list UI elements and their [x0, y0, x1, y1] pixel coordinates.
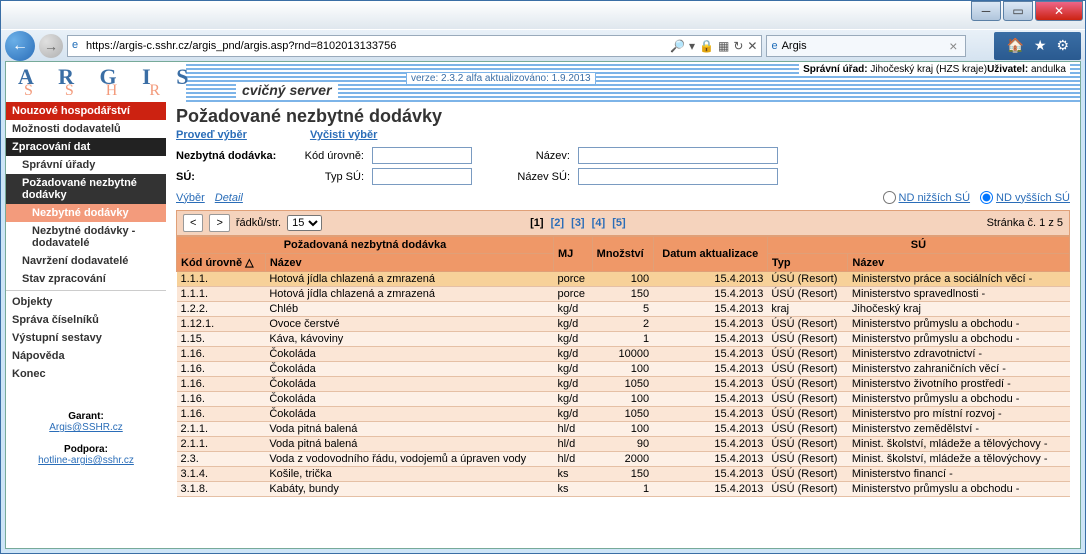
table-row[interactable]: 3.1.4.Košile, tričkaks15015.4.2013ÚSÚ (R… — [177, 467, 1070, 482]
page-title: Požadované nezbytné dodávky — [176, 106, 1070, 127]
sidebar-item-pozadovane[interactable]: Požadované nezbytné dodávky — [6, 174, 166, 204]
sidebar-item-spravni-urady[interactable]: Správní úřady — [6, 156, 166, 174]
refresh-icon[interactable]: ↻ — [733, 39, 743, 53]
next-page-button[interactable]: > — [209, 214, 229, 232]
compat-icon[interactable]: ▦ — [718, 39, 729, 53]
table-row[interactable]: 2.1.1.Voda pitná balenáhl/d10015.4.2013Ú… — [177, 422, 1070, 437]
tab-close-icon[interactable]: × — [949, 38, 957, 54]
header-user: Správní úřad: Jihočeský kraj (HZS kraje)… — [799, 64, 1070, 75]
filter-typ-input[interactable] — [372, 168, 472, 185]
nd-nizsich-radio[interactable]: ND nižších SÚ — [883, 191, 971, 204]
url-input[interactable] — [86, 40, 664, 52]
table-row[interactable]: 1.16.Čokoládakg/d10015.4.2013ÚSÚ (Resort… — [177, 392, 1070, 407]
toolbar-right: 🏠 ★ ⚙ — [994, 32, 1081, 60]
rows-per-page-select[interactable]: 15 — [287, 215, 322, 231]
maximize-button[interactable]: ▭ — [1003, 1, 1033, 21]
col-typ[interactable]: Typ — [767, 254, 848, 272]
ie-icon: e — [771, 40, 777, 52]
nd-vyssich-radio[interactable]: ND vyšších SÚ — [980, 191, 1070, 204]
search-icon[interactable]: 🔎 — [670, 39, 685, 53]
table-row[interactable]: 3.1.8.Kabáty, bundyks115.4.2013ÚSÚ (Reso… — [177, 482, 1070, 497]
home-icon[interactable]: 🏠 — [1006, 37, 1023, 54]
filter-kod-input[interactable] — [372, 147, 472, 164]
logo-sshr: S S H R — [24, 82, 174, 100]
main-panel: Požadované nezbytné dodávky Proveď výběr… — [166, 102, 1080, 548]
sidebar: Nouzové hospodářství Možnosti dodavatelů… — [6, 102, 166, 548]
table-row[interactable]: 1.1.1.Hotová jídla chlazená a zmrazenápo… — [177, 272, 1070, 287]
page-header: A R G I S S S H R cvičný server verze: 2… — [6, 62, 1080, 102]
proved-vyber-link[interactable]: Proveď výběr — [176, 129, 247, 141]
app-window: ─ ▭ ✕ ← → e 🔎▾ 🔒 ▦ ↻ ✕ e Argis × 🏠 ★ — [0, 0, 1086, 554]
sidebar-item-vystupni[interactable]: Výstupní sestavy — [6, 329, 166, 347]
vycisti-vyber-link[interactable]: Vyčisti výběr — [310, 129, 377, 141]
forward-button[interactable]: → — [39, 34, 63, 58]
table-row[interactable]: 1.16.Čokoládakg/d105015.4.2013ÚSÚ (Resor… — [177, 377, 1070, 392]
sidebar-item-konec[interactable]: Konec — [6, 365, 166, 383]
sidebar-item-objekty[interactable]: Objekty — [6, 293, 166, 311]
browser-toolbar: ← → e 🔎▾ 🔒 ▦ ↻ ✕ e Argis × 🏠 ★ ⚙ — [1, 29, 1085, 61]
table-row[interactable]: 1.12.1.Ovoce čerstvékg/d215.4.2013ÚSÚ (R… — [177, 317, 1070, 332]
podpora-mail-link[interactable]: hotline-argis@sshr.cz — [12, 455, 160, 466]
sidebar-item-moznosti[interactable]: Možnosti dodavatelů — [6, 120, 166, 138]
sidebar-item-navrzeni[interactable]: Navržení dodavatelé — [6, 252, 166, 270]
sidebar-item-nezbytne-dodavky-dod[interactable]: Nezbytné dodávky - dodavatelé — [6, 222, 166, 252]
sidebar-item-sprava-ciselniku[interactable]: Správa číselníků — [6, 311, 166, 329]
table-row[interactable]: 1.16.Čokoládakg/d10015.4.2013ÚSÚ (Resort… — [177, 362, 1070, 377]
stop-icon[interactable]: ✕ — [747, 39, 757, 53]
browser-tab[interactable]: e Argis × — [766, 35, 966, 57]
tab-title: Argis — [782, 40, 807, 52]
sidebar-title-zpracovani: Zpracování dat — [6, 138, 166, 156]
table-row[interactable]: 1.16.Čokoládakg/d105015.4.2013ÚSÚ (Resor… — [177, 407, 1070, 422]
sidebar-item-nezbytne-dodavky[interactable]: Nezbytné dodávky — [6, 204, 166, 222]
back-button[interactable]: ← — [5, 31, 35, 61]
sidebar-item-napoveda[interactable]: Nápověda — [6, 347, 166, 365]
table-row[interactable]: 1.15.Káva, kávovinykg/d115.4.2013ÚSÚ (Re… — [177, 332, 1070, 347]
detail-link[interactable]: Detail — [215, 192, 243, 204]
filter-nazev-input[interactable] — [578, 147, 778, 164]
vyber-link[interactable]: Výběr — [176, 192, 205, 204]
garant-mail-link[interactable]: Argis@SSHR.cz — [12, 422, 160, 433]
table-row[interactable]: 1.2.2.Chlébkg/d515.4.2013krajJihočeský k… — [177, 302, 1070, 317]
page-links[interactable]: [1] [2] [3] [4] [5] — [528, 217, 628, 229]
table-controls: < > řádků/str. 15 [1] [2] [3] [4] [5] St… — [176, 210, 1070, 236]
favorites-icon[interactable]: ★ — [1034, 37, 1047, 54]
page-info: Stránka č. 1 z 5 — [987, 217, 1063, 229]
col-kod[interactable]: Kód úrovně △ — [177, 254, 266, 272]
server-label: cvičný server — [236, 82, 338, 98]
table-row[interactable]: 2.3.Voda z vodovodního řádu, vodojemů a … — [177, 452, 1070, 467]
version-label: verze: 2.3.2 alfa aktualizováno: 1.9.201… — [406, 72, 596, 85]
table-row[interactable]: 1.1.1.Hotová jídla chlazená a zmrazenápo… — [177, 287, 1070, 302]
filter-su-label: SÚ: — [176, 171, 286, 183]
address-bar[interactable]: e 🔎▾ 🔒 ▦ ↻ ✕ — [67, 35, 762, 57]
sidebar-title-nouzove: Nouzové hospodářství — [6, 102, 166, 120]
ie-icon: e — [72, 39, 86, 53]
close-button[interactable]: ✕ — [1035, 1, 1083, 21]
data-table: Požadovaná nezbytná dodávka MJ Množství … — [176, 236, 1070, 497]
filter-nazev-su-input[interactable] — [578, 168, 778, 185]
sidebar-item-stav[interactable]: Stav zpracování — [6, 270, 166, 288]
lock-icon: 🔒 — [699, 39, 714, 53]
col-nazev[interactable]: Název — [265, 254, 553, 272]
filter-nezbytna-label: Nezbytná dodávka: — [176, 150, 286, 162]
settings-icon[interactable]: ⚙ — [1056, 37, 1069, 54]
page-content: A R G I S S S H R cvičný server verze: 2… — [5, 61, 1081, 549]
table-row[interactable]: 2.1.1.Voda pitná balenáhl/d9015.4.2013ÚS… — [177, 437, 1070, 452]
table-row[interactable]: 1.16.Čokoládakg/d1000015.4.2013ÚSÚ (Reso… — [177, 347, 1070, 362]
sidebar-footer: Garant: Argis@SSHR.cz Podpora: hotline-a… — [6, 383, 166, 472]
minimize-button[interactable]: ─ — [971, 1, 1001, 21]
prev-page-button[interactable]: < — [183, 214, 203, 232]
window-titlebar: ─ ▭ ✕ — [1, 1, 1085, 29]
col-nazev2[interactable]: Název — [848, 254, 1070, 272]
